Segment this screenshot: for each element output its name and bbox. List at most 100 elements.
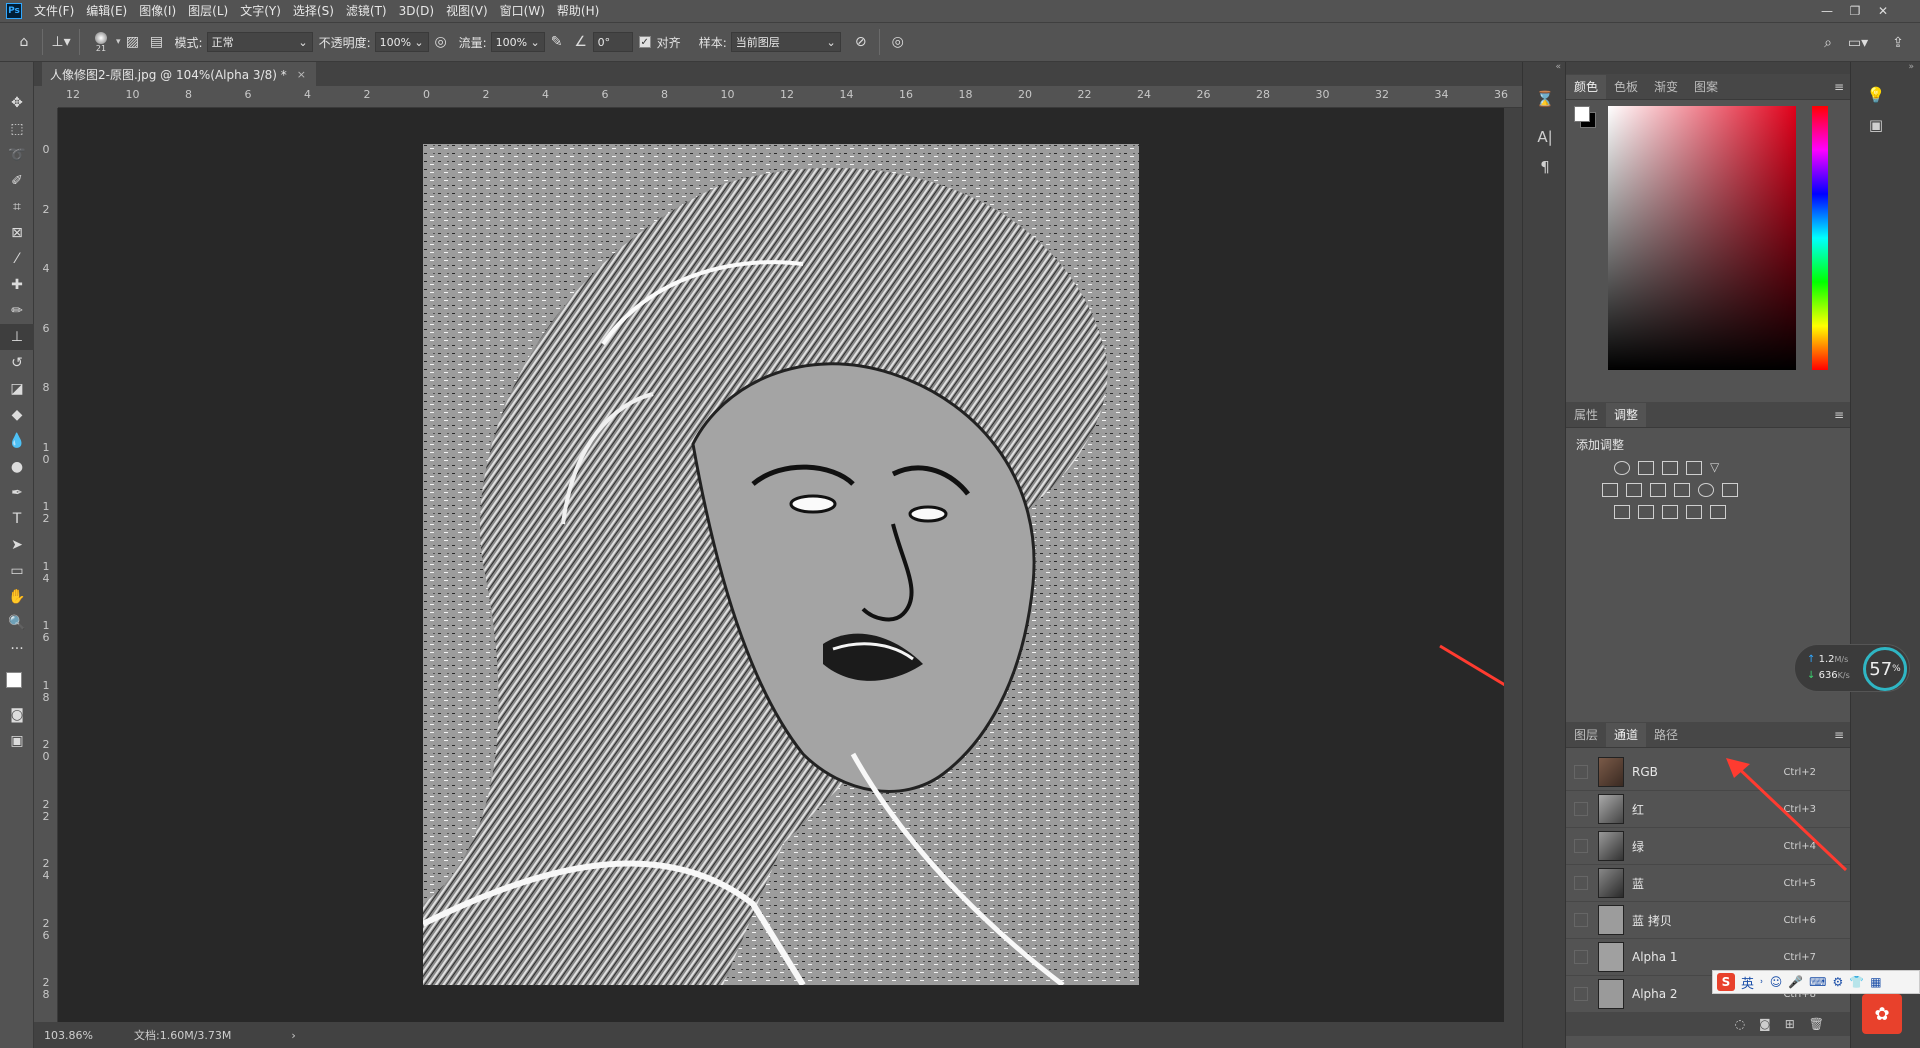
color-swatches[interactable] (0, 662, 33, 702)
ime-toolbar[interactable]: S 英 ˒ ☺ 🎤 ⌨ ⚙ 👕 ▦ (1712, 970, 1920, 994)
hue-slider[interactable] (1812, 106, 1828, 370)
visibility-toggle[interactable] (1574, 987, 1588, 1001)
exposure-icon[interactable] (1686, 461, 1702, 475)
clone-stamp-preset-icon[interactable]: ⊥▾ (49, 30, 73, 54)
healing-brush-tool-icon[interactable]: ✚ (0, 272, 34, 298)
character-panel-icon[interactable]: A| (1523, 122, 1567, 152)
ime-language[interactable]: 英 (1741, 973, 1754, 992)
collapse-arrows-icon[interactable]: « (1523, 62, 1565, 74)
workspace-icon[interactable]: ▭▾ (1846, 31, 1870, 55)
document-tab[interactable]: 人像修图2-原图.jpg @ 104%(Alpha 3/8) * × (42, 62, 316, 86)
share-icon[interactable]: ⇪ (1886, 31, 1910, 55)
toolbox-icon[interactable]: ⚙ (1833, 975, 1844, 989)
more-tools-icon[interactable]: ··· (0, 636, 34, 662)
panel-menu-icon[interactable]: ≡ (1834, 728, 1844, 742)
quick-mask-icon[interactable]: ◙ (0, 702, 34, 728)
clone-source-icon[interactable]: ▤ (145, 30, 169, 54)
brightness-icon[interactable] (1614, 461, 1630, 475)
close-button[interactable]: ✕ (1870, 0, 1896, 22)
menu-filter[interactable]: 滤镜(T) (340, 0, 393, 22)
history-panel-icon[interactable]: ⌛ (1523, 84, 1567, 114)
menu-3d[interactable]: 3D(D) (393, 0, 440, 22)
opacity-field[interactable]: 100% ⌄ (374, 32, 429, 52)
collapse-arrows-icon[interactable]: » (1851, 62, 1920, 74)
new-channel-icon[interactable]: ⊞ (1785, 1017, 1795, 1031)
angle-field[interactable]: 0° (592, 32, 633, 52)
ignore-adjustment-icon[interactable]: ⊘ (849, 30, 873, 54)
tab-gradients[interactable]: 渐变 (1646, 75, 1686, 99)
menu-window[interactable]: 窗口(W) (494, 0, 551, 22)
home-icon[interactable]: ⌂ (12, 30, 36, 54)
hue-saturation-icon[interactable] (1602, 483, 1618, 497)
visibility-toggle[interactable] (1574, 876, 1588, 890)
mode-select[interactable]: 正常 ⌄ (206, 32, 313, 52)
ruler-vertical[interactable]: 0 2 4 6 8 1 0 1 2 1 4 1 6 1 8 2 0 2 2 2 4 2 6 2 8 (34, 108, 58, 1022)
search-icon[interactable]: ⌕ (1816, 31, 1840, 55)
libraries-panel-icon[interactable]: ▣ (1851, 110, 1901, 140)
pressure-opacity-icon[interactable]: ◎ (429, 30, 453, 54)
menu-image[interactable]: 图像(I) (133, 0, 182, 22)
foreground-color[interactable] (6, 672, 22, 688)
skin-icon[interactable]: 👕 (1849, 975, 1864, 989)
tab-patterns[interactable]: 图案 (1686, 75, 1726, 99)
tab-channels[interactable]: 通道 (1606, 723, 1647, 747)
paragraph-panel-icon[interactable]: ¶ (1523, 152, 1567, 182)
aligned-checkbox[interactable]: ✓ (638, 36, 651, 48)
eyedropper-tool-icon[interactable]: ⁄ (0, 246, 34, 272)
learn-panel-icon[interactable]: 💡 (1851, 80, 1901, 110)
network-speed-widget[interactable]: ↑ 1.2M/s ↓ 636K/s 57% (1794, 644, 1910, 692)
voice-icon[interactable]: 🎤 (1788, 975, 1803, 989)
tab-layers[interactable]: 图层 (1566, 723, 1606, 747)
black-white-icon[interactable] (1650, 483, 1666, 497)
visibility-toggle[interactable] (1574, 765, 1588, 779)
menu-layer[interactable]: 图层(L) (182, 0, 234, 22)
menu-file[interactable]: 文件(F) (28, 0, 80, 22)
threshold-icon[interactable] (1662, 505, 1678, 519)
assistant-avatar[interactable]: ✿ (1862, 994, 1902, 1034)
flow-field[interactable]: 100% ⌄ (490, 32, 545, 52)
visibility-toggle[interactable] (1574, 913, 1588, 927)
history-brush-tool-icon[interactable]: ↺ (0, 350, 34, 376)
tab-swatches[interactable]: 色板 (1606, 75, 1646, 99)
levels-icon[interactable] (1638, 461, 1654, 475)
brush-settings-icon[interactable]: ▨ (121, 30, 145, 54)
channel-row-blue-copy[interactable]: 蓝 拷贝 Ctrl+6 (1566, 902, 1850, 939)
panel-menu-icon[interactable]: ≡ (1834, 408, 1844, 422)
clone-stamp-tool-icon[interactable]: ⊥ (0, 324, 34, 350)
keyboard-icon[interactable]: ⌨ (1809, 975, 1826, 989)
move-tool-icon[interactable]: ✥ (0, 90, 34, 116)
posterize-icon[interactable] (1638, 505, 1654, 519)
punctuation-icon[interactable]: ˒ (1760, 975, 1764, 989)
tab-color[interactable]: 颜色 (1566, 75, 1607, 99)
load-selection-icon[interactable]: ◌ (1735, 1017, 1745, 1031)
hand-tool-icon[interactable]: ✋ (0, 584, 34, 610)
pressure-size-icon[interactable]: ◎ (886, 30, 910, 54)
color-balance-icon[interactable] (1626, 483, 1642, 497)
color-lookup-icon[interactable] (1722, 483, 1738, 497)
save-selection-icon[interactable]: ◙ (1759, 1017, 1771, 1031)
visibility-toggle[interactable] (1574, 839, 1588, 853)
ruler-horizontal[interactable]: 12 10 8 6 4 2 0 2 4 6 8 10 12 14 16 18 20 22 24 26 28 30 32 34 3… (58, 86, 1522, 108)
menu-view[interactable]: 视图(V) (440, 0, 494, 22)
rectangle-tool-icon[interactable]: ▭ (0, 558, 34, 584)
restore-button[interactable]: ❐ (1842, 0, 1868, 22)
menu-help[interactable]: 帮助(H) (551, 0, 605, 22)
vertical-scrollbar[interactable] (1504, 108, 1522, 1022)
tab-paths[interactable]: 路径 (1646, 723, 1686, 747)
crop-tool-icon[interactable]: ⌗ (0, 194, 34, 220)
airbrush-icon[interactable]: ✎ (545, 30, 569, 54)
curves-icon[interactable] (1662, 461, 1678, 475)
blur-tool-icon[interactable]: 💧 (0, 428, 34, 454)
type-tool-icon[interactable]: T (0, 506, 34, 532)
dodge-tool-icon[interactable]: ● (0, 454, 34, 480)
quick-select-tool-icon[interactable]: ✐ (0, 168, 34, 194)
sample-select[interactable]: 当前图层 ⌄ (730, 32, 841, 52)
foreground-swatch[interactable] (1574, 106, 1590, 122)
zoom-tool-icon[interactable]: 🔍 (0, 610, 34, 636)
lasso-tool-icon[interactable]: ➰ (0, 142, 34, 168)
selective-color-icon[interactable] (1686, 505, 1702, 519)
tab-properties[interactable]: 属性 (1566, 403, 1606, 427)
visibility-toggle[interactable] (1574, 950, 1588, 964)
panel-menu-icon[interactable]: ≡ (1834, 80, 1844, 94)
canvas-area[interactable] (58, 108, 1522, 1022)
